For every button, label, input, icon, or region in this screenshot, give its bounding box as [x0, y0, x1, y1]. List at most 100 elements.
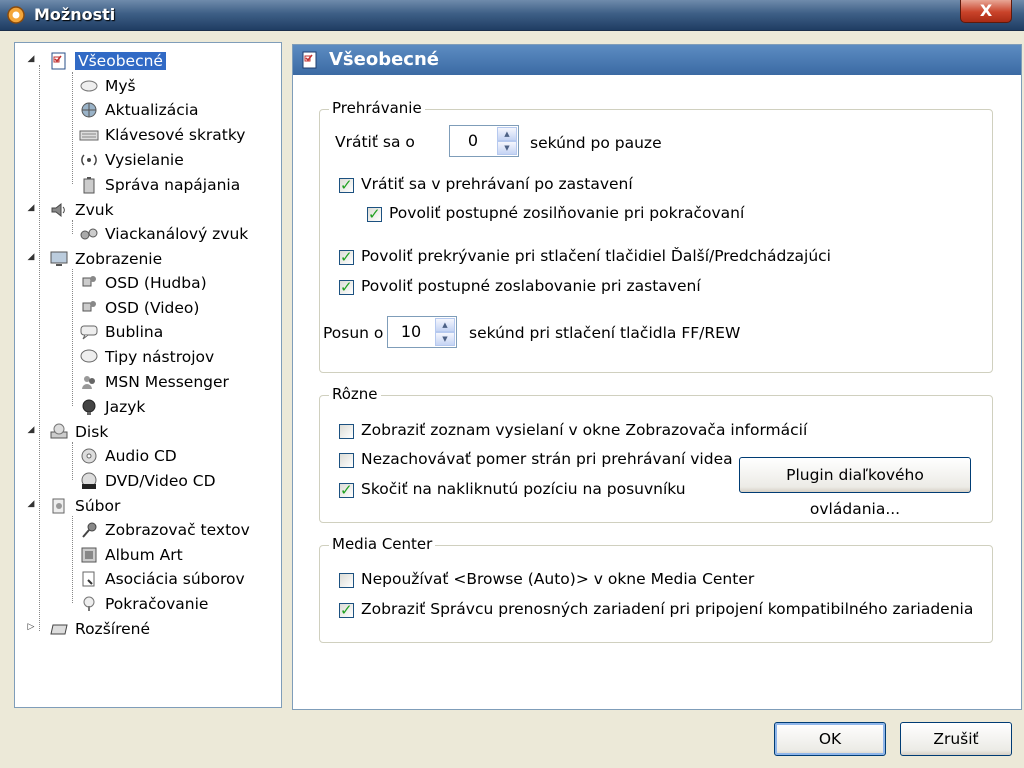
- jump-to-click-label[interactable]: Skočiť na nakliknutú pozíciu na posuvník…: [361, 480, 686, 498]
- return-after-stop-checkbox[interactable]: [339, 176, 354, 194]
- shift-seconds-value[interactable]: 10: [388, 317, 434, 347]
- tree-item-aktualizacia[interactable]: Aktualizácia: [79, 98, 199, 122]
- keyboard-icon: [79, 125, 99, 145]
- crossfade-next-prev-label[interactable]: Povoliť prekrývanie pri stlačení tlačidi…: [361, 247, 831, 265]
- tree-item-klavesove-skratky[interactable]: Klávesové skratky: [79, 123, 245, 147]
- speech-bubble-icon: [79, 322, 99, 342]
- cancel-button[interactable]: Zrušiť: [900, 722, 1012, 756]
- tree-item-viackanalovy-zvuk[interactable]: Viackanálový zvuk: [79, 222, 248, 246]
- tree-item-label: OSD (Video): [105, 299, 200, 317]
- collapse-toggle[interactable]: ◢: [26, 203, 36, 213]
- tree-item-label: Aktualizácia: [105, 101, 199, 119]
- collapse-toggle[interactable]: ◢: [26, 425, 36, 435]
- rewind-seconds-spinner[interactable]: 0 ▲ ▼: [449, 125, 519, 157]
- shift-suffix: sekúnd pri stlačení tlačidla FF/REW: [469, 324, 741, 342]
- expand-toggle[interactable]: ▷: [26, 622, 36, 632]
- jump-to-click-checkbox[interactable]: [339, 481, 354, 499]
- close-button[interactable]: X: [960, 0, 1012, 23]
- file-settings-icon: [49, 496, 69, 516]
- tree-item-label: Pokračovanie: [105, 595, 209, 613]
- title-bar: Možnosti X: [0, 0, 1024, 31]
- fade-in-resume-checkbox[interactable]: [367, 205, 382, 223]
- tree-item-osd-hudba[interactable]: OSD (Hudba): [79, 271, 207, 295]
- monitor-icon: [49, 249, 69, 269]
- mouse-icon: [79, 76, 99, 96]
- tree-item-zobrazenie[interactable]: Zobrazenie: [49, 247, 162, 271]
- surround-sound-icon: [79, 224, 99, 244]
- battery-icon: [79, 175, 99, 195]
- tree-item-audio-cd[interactable]: Audio CD: [79, 444, 177, 468]
- spin-down-button[interactable]: ▼: [435, 332, 455, 346]
- tree-item-zvuk[interactable]: Zvuk: [49, 198, 114, 222]
- show-broadcast-list-checkbox[interactable]: [339, 424, 354, 439]
- tree-item-asociacia-suborov[interactable]: Asociácia súborov: [79, 567, 245, 591]
- panel-title: Všeobecné: [329, 49, 440, 70]
- tree-item-label: Bublina: [105, 323, 164, 341]
- tree-item-vseobecne[interactable]: Všeobecné: [49, 49, 166, 73]
- show-device-manager-label[interactable]: Zobraziť Správcu prenosných zariadení pr…: [361, 600, 973, 618]
- no-aspect-ratio-checkbox[interactable]: [339, 453, 354, 468]
- cd-icon: [79, 446, 99, 466]
- tree-item-mys[interactable]: Myš: [79, 74, 136, 98]
- spin-down-button[interactable]: ▼: [497, 141, 517, 155]
- tree-item-vysielanie[interactable]: Vysielanie: [79, 148, 184, 172]
- album-art-icon: [79, 545, 99, 565]
- window-title: Možnosti: [34, 5, 116, 24]
- no-aspect-ratio-label[interactable]: Nezachovávať pomer strán pri prehrávaní …: [361, 450, 733, 468]
- tree-item-label: Viackanálový zvuk: [105, 225, 249, 243]
- tree-line: [72, 72, 73, 184]
- show-broadcast-list-label[interactable]: Zobraziť zoznam vysielaní v okne Zobrazo…: [361, 421, 807, 439]
- tree-line: [72, 442, 73, 480]
- collapse-toggle[interactable]: ◢: [26, 54, 36, 64]
- tree-item-label: Tipy nástrojov: [105, 348, 215, 366]
- tree-item-subor[interactable]: Súbor: [49, 494, 120, 518]
- tree-item-sprava-napajania[interactable]: Správa napájania: [79, 173, 240, 197]
- messenger-icon: [79, 372, 99, 392]
- tree-item-zobrazovac-textov[interactable]: Zobrazovač textov: [79, 518, 250, 542]
- no-browse-auto-label[interactable]: Nepoužívať <Browse (Auto)> v okne Media …: [361, 570, 754, 588]
- rewind-label: Vrátiť sa o: [335, 133, 415, 151]
- media-center-group-title: Media Center: [329, 535, 436, 553]
- tree-item-label: Všeobecné: [75, 52, 166, 70]
- tree-line: [72, 516, 73, 603]
- rewind-suffix: sekúnd po pauze: [530, 134, 662, 152]
- show-device-manager-checkbox[interactable]: [339, 601, 354, 619]
- tree-item-label: Vysielanie: [105, 151, 184, 169]
- tree-item-label: DVD/Video CD: [105, 472, 216, 490]
- tree-line: [72, 269, 73, 406]
- tree-item-dvd-video-cd[interactable]: DVD/Video CD: [79, 469, 216, 493]
- tree-item-label: Asociácia súborov: [105, 570, 245, 588]
- tree-item-msn-messenger[interactable]: MSN Messenger: [79, 370, 229, 394]
- tree-item-disk[interactable]: Disk: [49, 420, 108, 444]
- no-browse-auto-checkbox[interactable]: [339, 573, 354, 588]
- options-tree[interactable]: ◢ Všeobecné Myš Aktualizácia Klávesové s…: [14, 42, 282, 708]
- spin-up-button[interactable]: ▲: [435, 318, 455, 332]
- collapse-toggle[interactable]: ◢: [26, 252, 36, 262]
- tree-line: [39, 65, 40, 631]
- tree-item-tipy-nastrojov[interactable]: Tipy nástrojov: [79, 345, 214, 369]
- shift-seconds-spinner[interactable]: 10 ▲ ▼: [387, 316, 457, 348]
- fade-in-resume-label[interactable]: Povoliť postupné zosilňovanie pri pokrač…: [389, 204, 744, 222]
- rewind-seconds-value[interactable]: 0: [450, 126, 496, 156]
- remote-plugin-button[interactable]: Plugin diaľkového ovládania...: [739, 457, 971, 518]
- tree-item-bublina[interactable]: Bublina: [79, 320, 163, 344]
- osd-icon: [79, 298, 99, 318]
- tree-item-album-art[interactable]: Album Art: [79, 543, 183, 567]
- tree-item-jazyk[interactable]: Jazyk: [79, 395, 145, 419]
- fade-out-stop-checkbox[interactable]: [339, 278, 354, 296]
- playback-group-title: Prehrávanie: [329, 99, 425, 117]
- tree-item-pokracovanie[interactable]: Pokračovanie: [79, 592, 208, 616]
- ok-button[interactable]: OK: [774, 722, 886, 756]
- microphone-icon: [79, 520, 99, 540]
- panel-header: Všeobecné: [293, 45, 1021, 75]
- return-after-stop-label[interactable]: Vrátiť sa v prehrávaní po zastavení: [361, 175, 633, 193]
- spin-up-button[interactable]: ▲: [497, 127, 517, 141]
- tree-item-osd-video[interactable]: OSD (Video): [79, 296, 199, 320]
- tree-item-label: Zvuk: [75, 201, 114, 219]
- broadcast-icon: [79, 150, 99, 170]
- crossfade-next-prev-checkbox[interactable]: [339, 248, 354, 266]
- tree-item-label: Album Art: [105, 546, 183, 564]
- tree-item-rozsirene[interactable]: Rozšírené: [49, 617, 150, 641]
- fade-out-stop-label[interactable]: Povoliť postupné zoslabovanie pri zastav…: [361, 277, 701, 295]
- collapse-toggle[interactable]: ◢: [26, 499, 36, 509]
